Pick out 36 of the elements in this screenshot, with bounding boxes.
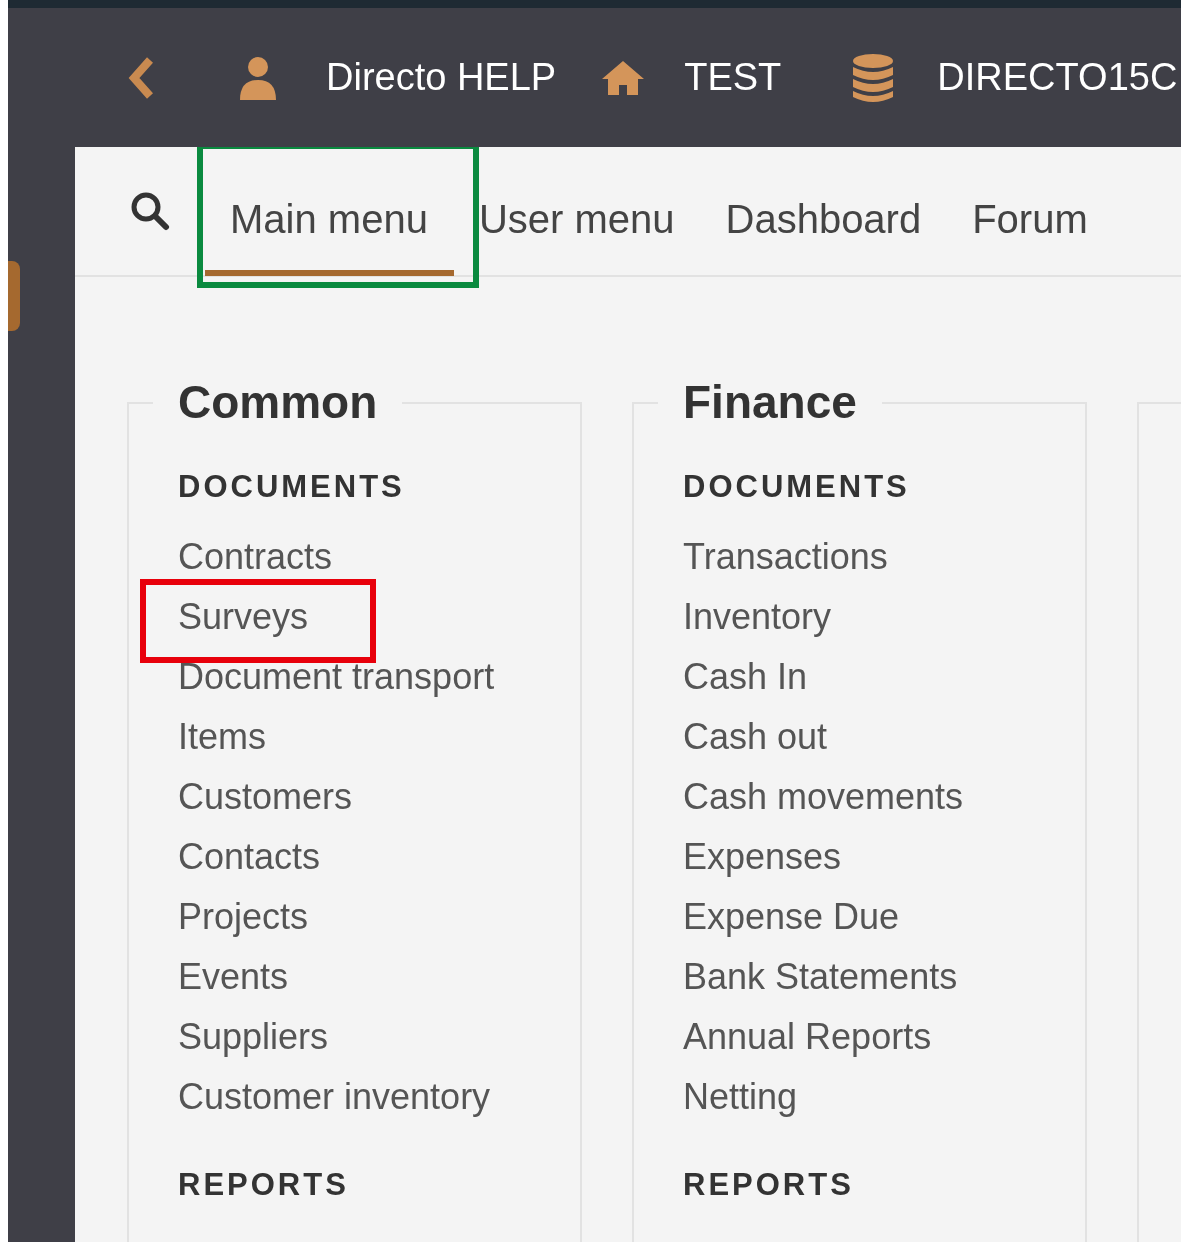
database-icon — [851, 52, 896, 103]
menu-tab[interactable]: Dashboard — [700, 166, 948, 276]
menu-link[interactable]: Inventory — [683, 587, 832, 647]
section-heading: REPORTS — [683, 1167, 855, 1203]
menu-link[interactable]: Surveys — [178, 587, 309, 647]
menu-link[interactable]: Cash In — [683, 647, 808, 707]
menu-tab[interactable]: Main menu — [205, 166, 454, 276]
menu-link[interactable]: Items — [178, 707, 266, 767]
section-heading: DOCUMENTS — [178, 469, 406, 505]
menu-tab[interactable]: User menu — [453, 166, 701, 276]
section-heading: REPORTS — [178, 1167, 350, 1203]
menu-link[interactable]: Netting — [683, 1067, 798, 1127]
user-icon — [238, 55, 278, 100]
menu-link[interactable]: Contacts — [178, 827, 321, 887]
menu-link[interactable]: Cash movements — [683, 767, 964, 827]
menu-link[interactable]: Customers — [178, 767, 353, 827]
database-name[interactable]: DIRECTO15C — [937, 56, 1178, 99]
user-name[interactable]: Directo HELP — [326, 56, 557, 99]
menu-link[interactable]: Expenses — [683, 827, 842, 887]
menu-link[interactable]: Suppliers — [178, 1007, 329, 1067]
section-heading: DOCUMENTS — [683, 469, 911, 505]
menu-link[interactable]: Transactions — [683, 527, 888, 587]
sidebar-handle[interactable] — [8, 261, 20, 331]
menu-link[interactable]: Bank Statements — [683, 947, 958, 1007]
menu-link[interactable]: Cash out — [683, 707, 828, 767]
menu-link[interactable]: Projects — [178, 887, 309, 947]
menu-tab[interactable]: Forum — [947, 166, 1114, 276]
company-name[interactable]: TEST — [684, 56, 782, 99]
menu-link[interactable]: Contracts — [178, 527, 333, 587]
menu-link[interactable]: Annual Reports — [683, 1007, 932, 1067]
back-chevron-icon[interactable] — [126, 55, 156, 100]
search-icon[interactable] — [130, 191, 170, 231]
menu-link[interactable]: Document transport — [178, 647, 495, 707]
menu-link[interactable]: Events — [178, 947, 289, 1007]
menu-link[interactable]: Expense Due — [683, 887, 900, 947]
menu-link[interactable]: Customer inventory — [178, 1067, 491, 1127]
